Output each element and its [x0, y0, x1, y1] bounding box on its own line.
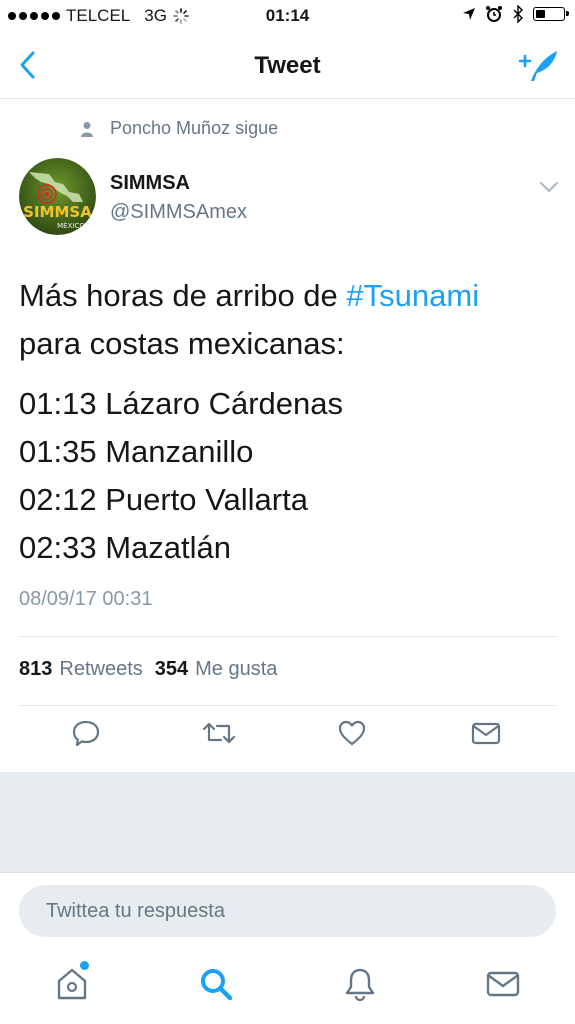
retweets-label: Retweets	[59, 658, 143, 680]
alarm-clock-icon	[486, 6, 502, 22]
retweet-button[interactable]	[201, 718, 237, 753]
hashtag-link[interactable]: #Tsunami	[346, 278, 479, 313]
reply-button[interactable]	[71, 718, 101, 753]
reply-input[interactable]: Twittea tu respuesta	[19, 885, 556, 937]
tweet-stats[interactable]: 813 Retweets 354 Me gusta	[19, 658, 282, 681]
author-handle[interactable]: @SIMMSAmex	[110, 201, 247, 224]
reply-bar: Twittea tu respuesta	[0, 872, 575, 951]
bell-icon	[345, 968, 375, 1002]
like-button[interactable]	[337, 718, 367, 753]
bluetooth-icon	[513, 5, 523, 23]
reply-icon	[72, 720, 100, 747]
compose-tweet-button[interactable]	[517, 48, 559, 89]
tweet-text: Más horas de arribo de #Tsunami para cos…	[19, 272, 559, 572]
search-icon	[201, 969, 233, 1001]
heart-icon	[338, 720, 366, 746]
likes-label: Me gusta	[195, 658, 278, 680]
tab-home[interactable]	[55, 966, 89, 1007]
simmsa-logo: SIMMSA MÉXICO	[19, 158, 96, 235]
tweet-text-prefix: Más horas de arribo de	[19, 278, 347, 313]
social-context-text: Poncho Muñoz sigue	[110, 118, 279, 138]
retweet-icon	[202, 722, 236, 744]
person-icon	[81, 121, 93, 137]
empty-replies-area	[0, 772, 575, 872]
tweet-options-button[interactable]	[539, 180, 559, 199]
tab-search[interactable]	[198, 966, 234, 1007]
svg-text:SIMMSA: SIMMSA	[23, 203, 92, 221]
retweets-count: 813	[19, 658, 53, 680]
arrival-line: 02:12 Puerto Vallarta	[19, 482, 308, 517]
envelope-icon	[486, 971, 520, 997]
battery-icon	[533, 7, 569, 21]
location-arrow-icon	[463, 8, 475, 20]
divider	[19, 705, 556, 706]
arrival-line: 01:35 Manzanillo	[19, 434, 254, 469]
tweet-actions	[0, 718, 575, 772]
status-bar: TELCEL 3G 01:14	[0, 0, 575, 34]
tweet-line-2: para costas mexicanas:	[19, 326, 345, 361]
direct-message-button[interactable]	[470, 718, 502, 753]
tab-notifications[interactable]	[343, 966, 377, 1007]
home-icon	[57, 968, 87, 1000]
arrival-line: 01:13 Lázaro Cárdenas	[19, 386, 344, 421]
author-name[interactable]: SIMMSA	[110, 172, 190, 195]
chevron-down-icon	[540, 182, 558, 192]
likes-count: 354	[154, 658, 189, 680]
tweet-line-1: Más horas de arribo de #Tsunami	[19, 272, 559, 320]
svg-text:MÉXICO: MÉXICO	[57, 221, 85, 230]
arrival-line: 02:33 Mazatlán	[19, 530, 231, 565]
tweet-timestamp: 08/09/17 00:31	[19, 588, 153, 610]
envelope-icon	[471, 722, 501, 745]
page-title: Tweet	[254, 52, 321, 79]
avatar[interactable]: SIMMSA MÉXICO	[19, 158, 96, 235]
divider	[19, 636, 556, 637]
status-right	[462, 5, 569, 23]
navigation-bar: Tweet	[0, 34, 575, 99]
compose-tweet-icon	[518, 51, 557, 81]
home-notification-dot	[80, 961, 89, 970]
tab-messages[interactable]	[485, 966, 521, 1007]
social-context: Poncho Muñoz sigue	[80, 118, 278, 139]
